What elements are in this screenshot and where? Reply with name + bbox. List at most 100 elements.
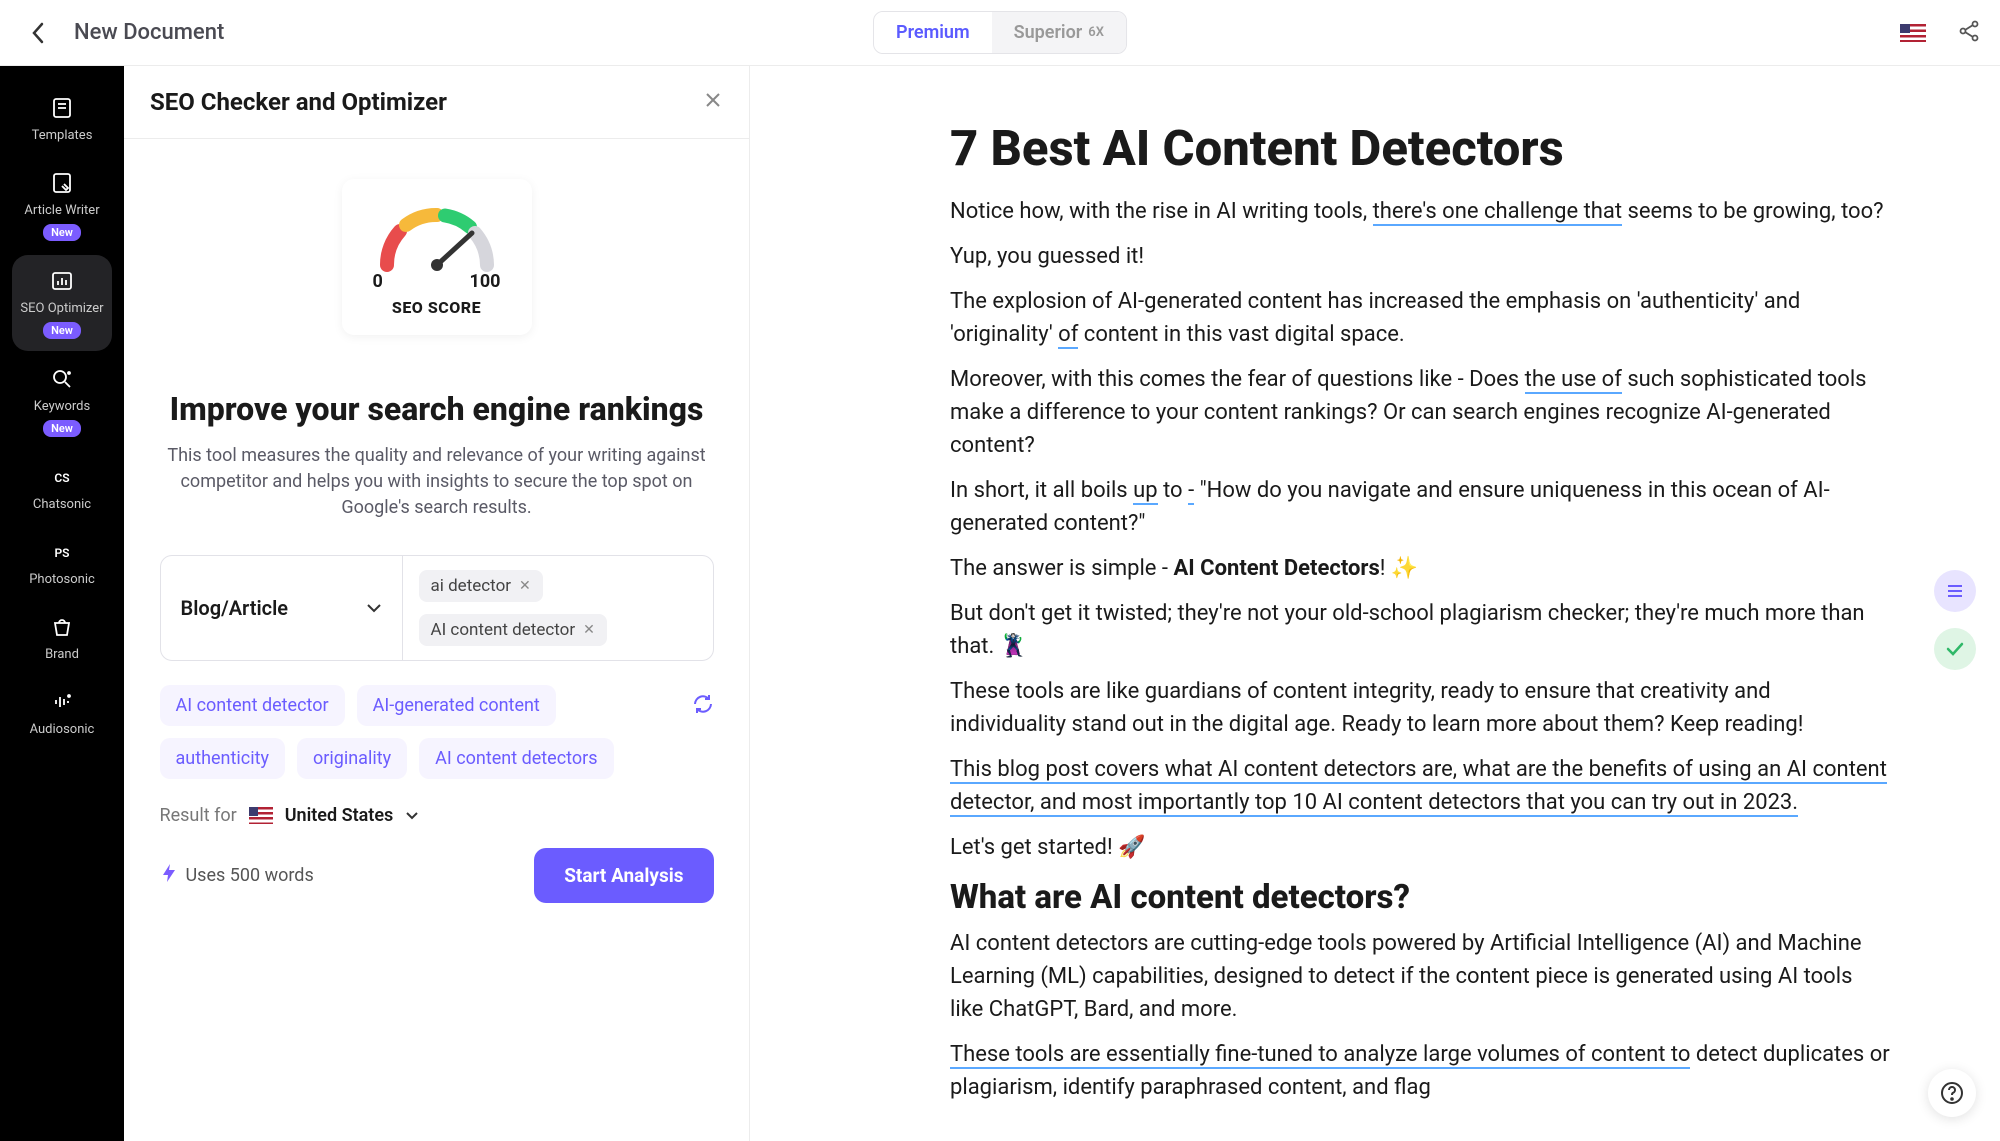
sidebar-item-audiosonic[interactable]: Audiosonic [12, 676, 112, 749]
suggestion-row: authenticity originality AI content dete… [160, 738, 714, 779]
article-paragraph: In short, it all boils up to - "How do y… [950, 474, 1890, 540]
photosonic-icon: PS [48, 538, 76, 566]
start-analysis-button[interactable]: Start Analysis [534, 848, 713, 903]
keyword-tag: ai detector ✕ [419, 570, 543, 602]
seo-heading: Improve your search engine rankings [170, 389, 704, 429]
suggestion-pill[interactable]: AI content detector [160, 685, 345, 726]
suggestion-pill[interactable]: originality [297, 738, 407, 779]
templates-icon [48, 94, 76, 122]
article-paragraph: Yup, you guessed it! [950, 240, 1890, 273]
outline-button[interactable] [1934, 570, 1976, 612]
highlighted-text: This blog post covers what AI content de… [950, 757, 1887, 817]
refresh-icon[interactable] [692, 693, 714, 719]
gauge-max: 100 [470, 271, 501, 292]
new-badge: New [43, 224, 81, 241]
keywords-icon [48, 365, 76, 393]
svg-text:PS: PS [54, 546, 69, 560]
tag-remove-icon[interactable]: ✕ [519, 578, 531, 594]
tag-remove-icon[interactable]: ✕ [583, 622, 595, 638]
article-subheading: What are AI content detectors? [950, 878, 1890, 917]
new-badge: New [43, 322, 81, 339]
plan-segmented-control: Premium Superior 6X [873, 11, 1127, 54]
result-for-label: Result for [160, 805, 237, 826]
tag-text: ai detector [431, 576, 512, 596]
article-writer-icon [48, 169, 76, 197]
tag-text: AI content detector [431, 620, 576, 640]
sidebar-item-label: SEO Optimizer [20, 301, 103, 316]
locale-flag-icon[interactable] [1900, 24, 1926, 42]
close-icon[interactable] [703, 90, 723, 114]
seo-input-row: Blog/Article ai detector ✕ AI content de… [160, 555, 714, 661]
seo-description: This tool measures the quality and relev… [162, 443, 712, 521]
new-badge: New [43, 420, 81, 437]
article-paragraph: AI content detectors are cutting-edge to… [950, 927, 1890, 1026]
article-paragraph: The answer is simple - AI Content Detect… [950, 552, 1890, 585]
keyword-tags-area[interactable]: ai detector ✕ AI content detector ✕ [403, 556, 713, 660]
premium-tab[interactable]: Premium [874, 12, 992, 53]
sidebar-item-label: Brand [45, 647, 79, 662]
sidebar-item-label: Article Writer [24, 203, 99, 218]
gauge-min: 0 [373, 271, 383, 292]
sidebar-item-label: Keywords [34, 399, 90, 414]
chevron-down-icon [366, 603, 382, 613]
word-usage: Uses 500 words [160, 862, 314, 889]
sidebar-item-brand[interactable]: Brand [12, 601, 112, 674]
help-button[interactable] [1928, 1069, 1976, 1117]
result-for-row: Result for United States [160, 805, 714, 826]
content-type-select[interactable]: Blog/Article [161, 556, 403, 660]
sidebar-item-article-writer[interactable]: Article Writer New [12, 157, 112, 253]
suggestion-row: AI content detector AI-generated content [160, 685, 714, 726]
sidebar-item-label: Templates [32, 128, 93, 143]
highlighted-text: up [1133, 478, 1157, 505]
seo-panel-title: SEO Checker and Optimizer [150, 88, 447, 116]
article-paragraph: These tools are essentially fine-tuned t… [950, 1038, 1890, 1104]
strong-text: AI Content Detectors [1173, 556, 1379, 581]
seo-score-card: 0 100 SEO SCORE [342, 179, 532, 335]
back-button[interactable] [20, 15, 56, 51]
gauge-icon [372, 201, 502, 275]
check-button[interactable] [1934, 628, 1976, 670]
suggestion-pill[interactable]: authenticity [160, 738, 285, 779]
country-name: United States [285, 805, 394, 826]
bolt-icon [160, 862, 178, 889]
sidebar-item-photosonic[interactable]: PS Photosonic [12, 526, 112, 599]
article-paragraph: The explosion of AI-generated content ha… [950, 285, 1890, 351]
article-paragraph: These tools are like guardians of conten… [950, 675, 1890, 741]
chatsonic-icon: CS [48, 463, 76, 491]
highlighted-text: of [1058, 322, 1078, 349]
seo-panel: SEO Checker and Optimizer [124, 66, 750, 1141]
document-title[interactable]: New Document [74, 20, 224, 45]
superior-tab[interactable]: Superior 6X [992, 12, 1126, 53]
share-icon[interactable] [1958, 20, 1980, 46]
sidebar-item-label: Photosonic [29, 572, 95, 587]
svg-text:CS: CS [54, 471, 69, 485]
sidebar-item-seo-optimizer[interactable]: SEO Optimizer New [12, 255, 112, 351]
article-paragraph: Moreover, with this comes the fear of qu… [950, 363, 1890, 462]
content-type-value: Blog/Article [181, 596, 289, 620]
gauge-label: SEO SCORE [392, 298, 481, 317]
keyword-tag: AI content detector ✕ [419, 614, 607, 646]
highlighted-text: These tools are essentially fine-tuned t… [950, 1042, 1690, 1069]
uses-words-text: Uses 500 words [186, 865, 314, 886]
country-flag-icon [249, 807, 273, 824]
sidebar-item-label: Audiosonic [30, 722, 95, 737]
highlighted-text: there's one challenge that [1373, 199, 1622, 226]
audiosonic-icon [48, 688, 76, 716]
highlighted-text: the use of [1525, 367, 1622, 394]
article-paragraph: But don't get it twisted; they're not yo… [950, 597, 1890, 663]
sidebar-item-chatsonic[interactable]: CS Chatsonic [12, 451, 112, 524]
chevron-down-icon[interactable] [405, 811, 419, 820]
article-title: 7 Best AI Content Detectors [950, 120, 1890, 177]
superior-badge: 6X [1088, 25, 1104, 40]
floating-action-buttons [1934, 570, 1976, 670]
article-editor[interactable]: 7 Best AI Content Detectors Notice how, … [750, 66, 2000, 1141]
sidebar-item-templates[interactable]: Templates [12, 82, 112, 155]
superior-label: Superior [1014, 22, 1083, 43]
topbar: New Document Premium Superior 6X [0, 0, 2000, 66]
brand-icon [48, 613, 76, 641]
article-paragraph: This blog post covers what AI content de… [950, 753, 1890, 819]
suggestion-pill[interactable]: AI-generated content [357, 685, 556, 726]
suggestion-pill[interactable]: AI content detectors [419, 738, 613, 779]
sidebar-item-label: Chatsonic [33, 497, 91, 512]
sidebar-item-keywords[interactable]: Keywords New [12, 353, 112, 449]
